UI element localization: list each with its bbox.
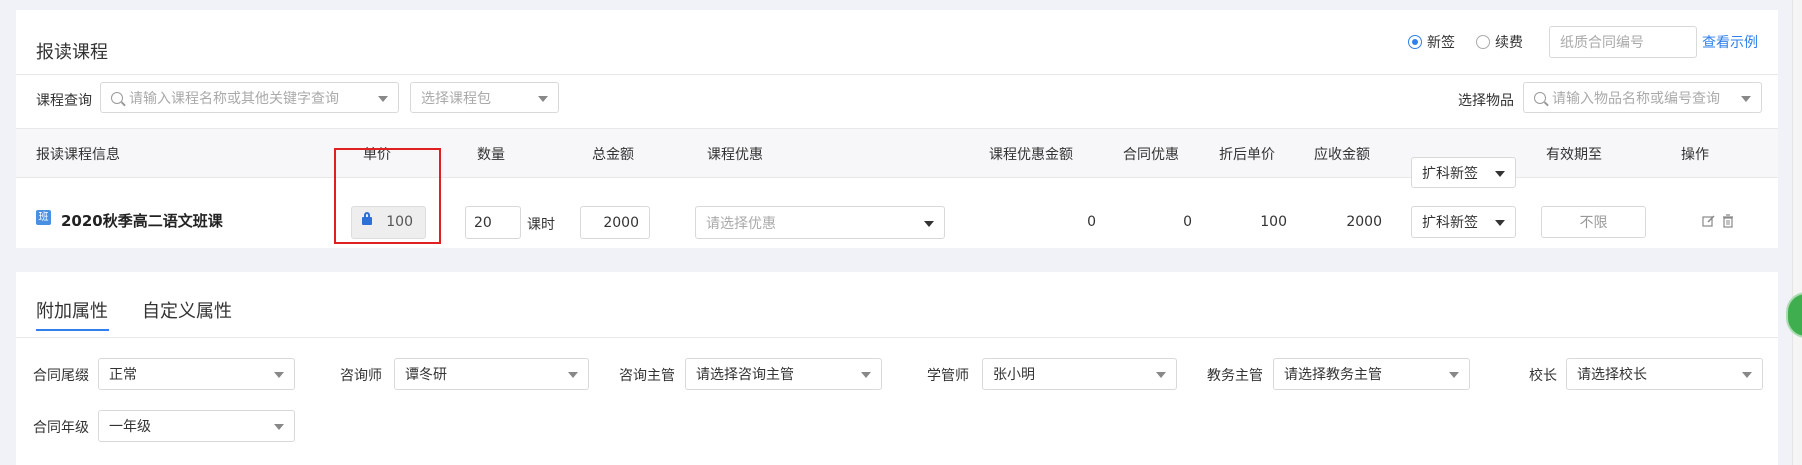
item-label: 选择物品 [1458,93,1514,109]
tab-divider [16,337,1778,338]
consult-supervisor-label: 咨询主管 [619,368,675,384]
th-course-info: 报读课程信息 [36,147,120,163]
search-icon [1534,91,1546,104]
th-discounted-unit-price: 折后单价 [1219,147,1275,163]
chevron-down-icon [274,372,284,378]
radio-checked-icon [1408,35,1422,49]
total-input[interactable]: 2000 [580,206,650,239]
radio-unchecked-icon [1476,35,1490,49]
discount-select[interactable]: 请选择优惠 [695,206,945,239]
course-package-select[interactable]: 选择课程包 [410,82,559,113]
course-name: 2020秋季高二语文班课 [61,212,223,230]
highlight-box [334,148,441,244]
view-example-link[interactable]: 查看示例 [1702,32,1758,52]
th-total: 总金额 [592,147,634,163]
item-search-input[interactable]: 请输入物品名称或编号查询 [1523,82,1762,113]
chevron-down-icon [1156,372,1166,378]
contract-discount-value: 0 [1183,214,1192,230]
radio-new-sign[interactable]: 新签 [1408,32,1455,52]
scrollbar[interactable] [1792,0,1802,465]
course-search-input[interactable]: 请输入课程名称或其他关键字查询 [100,82,399,113]
consultant-label: 咨询师 [340,368,382,384]
chevron-down-icon [274,424,284,430]
tab-custom-attributes[interactable]: 自定义属性 [142,297,232,323]
th-quantity: 数量 [477,147,505,163]
floating-widget-icon[interactable] [1786,292,1802,338]
chevron-down-icon [538,96,548,102]
th-receivable: 应收金额 [1314,147,1370,163]
course-registration-panel: 报读课程 新签 续费 纸质合同编号 查看示例 课程查询 请输入课程名称或其他关键… [16,10,1778,248]
academic-supervisor-label: 教务主管 [1207,368,1263,384]
class-badge-icon: 班 [36,210,51,225]
radio-renew[interactable]: 续费 [1476,32,1523,52]
chevron-down-icon [861,372,871,378]
chevron-down-icon [568,372,578,378]
study-manager-label: 学管师 [927,368,969,384]
chevron-down-icon [924,221,934,227]
grade-label: 合同年级 [33,420,89,436]
chevron-down-icon [1495,220,1505,226]
contract-number-input[interactable]: 纸质合同编号 [1549,26,1697,58]
chevron-down-icon [1742,372,1752,378]
course-query-label: 课程查询 [36,93,92,109]
edit-icon[interactable] [1702,214,1716,228]
search-icon [111,91,123,104]
quantity-input[interactable]: 20 [465,206,521,239]
chevron-down-icon [1495,171,1505,177]
th-actions: 操作 [1681,147,1709,163]
unit-label: 课时 [527,217,555,233]
grade-select[interactable]: 一年级 [98,410,295,442]
study-manager-select[interactable]: 张小明 [982,358,1177,390]
attributes-panel: 附加属性 自定义属性 合同尾缀 正常 咨询师 谭冬研 咨询主管 请选择咨询主管 … [16,272,1778,465]
active-tab-indicator [36,329,109,331]
divider [16,74,1778,75]
th-contract-discount: 合同优惠 [1123,147,1179,163]
suffix-label: 合同尾缀 [33,368,89,384]
discounted-unit-price-value: 100 [1260,214,1287,230]
chevron-down-icon [1741,96,1751,102]
delete-icon[interactable] [1722,214,1734,228]
principal-select[interactable]: 请选择校长 [1566,358,1763,390]
suffix-select[interactable]: 正常 [98,358,295,390]
tab-extra-attributes[interactable]: 附加属性 [36,297,108,323]
discount-amount-value: 0 [1087,214,1096,230]
chevron-down-icon [378,96,388,102]
th-discount-amount: 课程优惠金额 [989,147,1073,163]
receivable-value: 2000 [1346,214,1382,230]
valid-until-field[interactable]: 不限 [1541,206,1646,238]
consult-supervisor-select[interactable]: 请选择咨询主管 [685,358,882,390]
row-type-select[interactable]: 扩科新签 [1411,206,1516,238]
consultant-select[interactable]: 谭冬研 [394,358,589,390]
th-discount: 课程优惠 [707,147,763,163]
principal-label: 校长 [1529,368,1557,384]
academic-supervisor-select[interactable]: 请选择教务主管 [1273,358,1470,390]
chevron-down-icon [1449,372,1459,378]
header-type-select[interactable]: 扩科新签 [1411,157,1516,188]
th-valid-until: 有效期至 [1546,147,1602,163]
section-title: 报读课程 [36,42,108,63]
